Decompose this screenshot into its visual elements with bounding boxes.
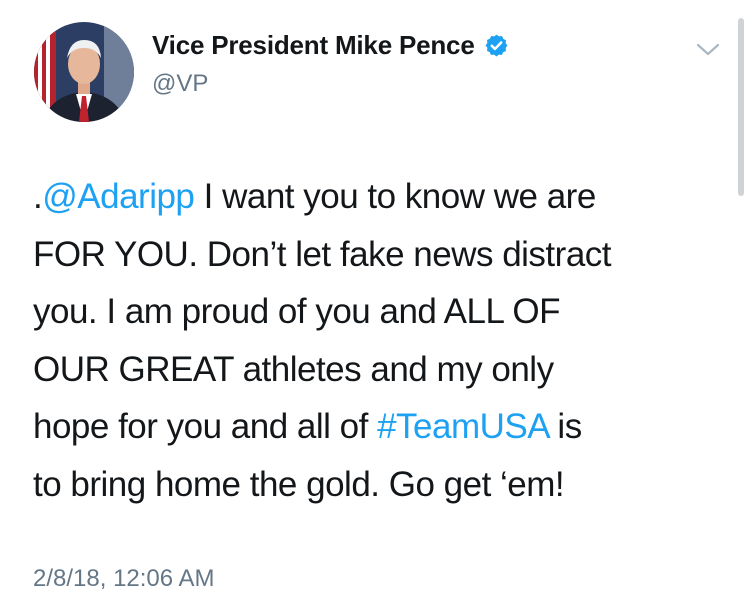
tweet-text-line: FOR YOU. Don’t let fake news distract: [33, 226, 733, 284]
tweet-text-line: hope for you and all of #TeamUSA is: [33, 398, 733, 456]
tweet-text-segment: hope for you and all of: [33, 407, 378, 446]
profile-photo-icon: [34, 22, 134, 122]
tweet-text-segment: .: [33, 177, 43, 216]
hashtag-link[interactable]: #TeamUSA: [377, 407, 549, 446]
tweet-text-segment: I want you to know we are: [194, 177, 597, 216]
tweet-text-segment: is: [548, 407, 582, 446]
tweet-text-line: you. I am proud of you and ALL OF: [33, 283, 733, 341]
name-row: Vice President Mike Pence: [152, 30, 509, 61]
tweet-text-line: .@Adaripp I want you to know we are: [33, 168, 733, 226]
tweet-text-segment: you. I am proud of you and ALL OF: [33, 292, 560, 331]
tweet-text-line: OUR GREAT athletes and my only: [33, 341, 733, 399]
display-name[interactable]: Vice President Mike Pence: [152, 30, 475, 61]
tweet-text-line: to bring home the gold. Go get ‘em!: [33, 456, 733, 514]
tweet-text-segment: OUR GREAT athletes and my only: [33, 349, 554, 389]
timestamp[interactable]: 2/8/18, 12:06 AM: [33, 565, 214, 593]
verified-badge-icon: [485, 34, 508, 57]
tweet-text-segment: to bring home the gold. Go get ‘em!: [33, 464, 565, 504]
scrollbar[interactable]: [738, 18, 744, 196]
chevron-down-icon[interactable]: [694, 40, 722, 60]
tweet-card: Vice President Mike Pence @VP .@Adaripp …: [0, 0, 750, 616]
user-handle[interactable]: @VP: [152, 70, 208, 98]
tweet-text: .@Adaripp I want you to know we are FOR Y…: [33, 168, 733, 513]
avatar[interactable]: [34, 22, 134, 122]
tweet-text-segment: FOR YOU. Don’t let fake news distract: [33, 234, 612, 274]
mention-link[interactable]: @Adaripp: [42, 177, 195, 216]
